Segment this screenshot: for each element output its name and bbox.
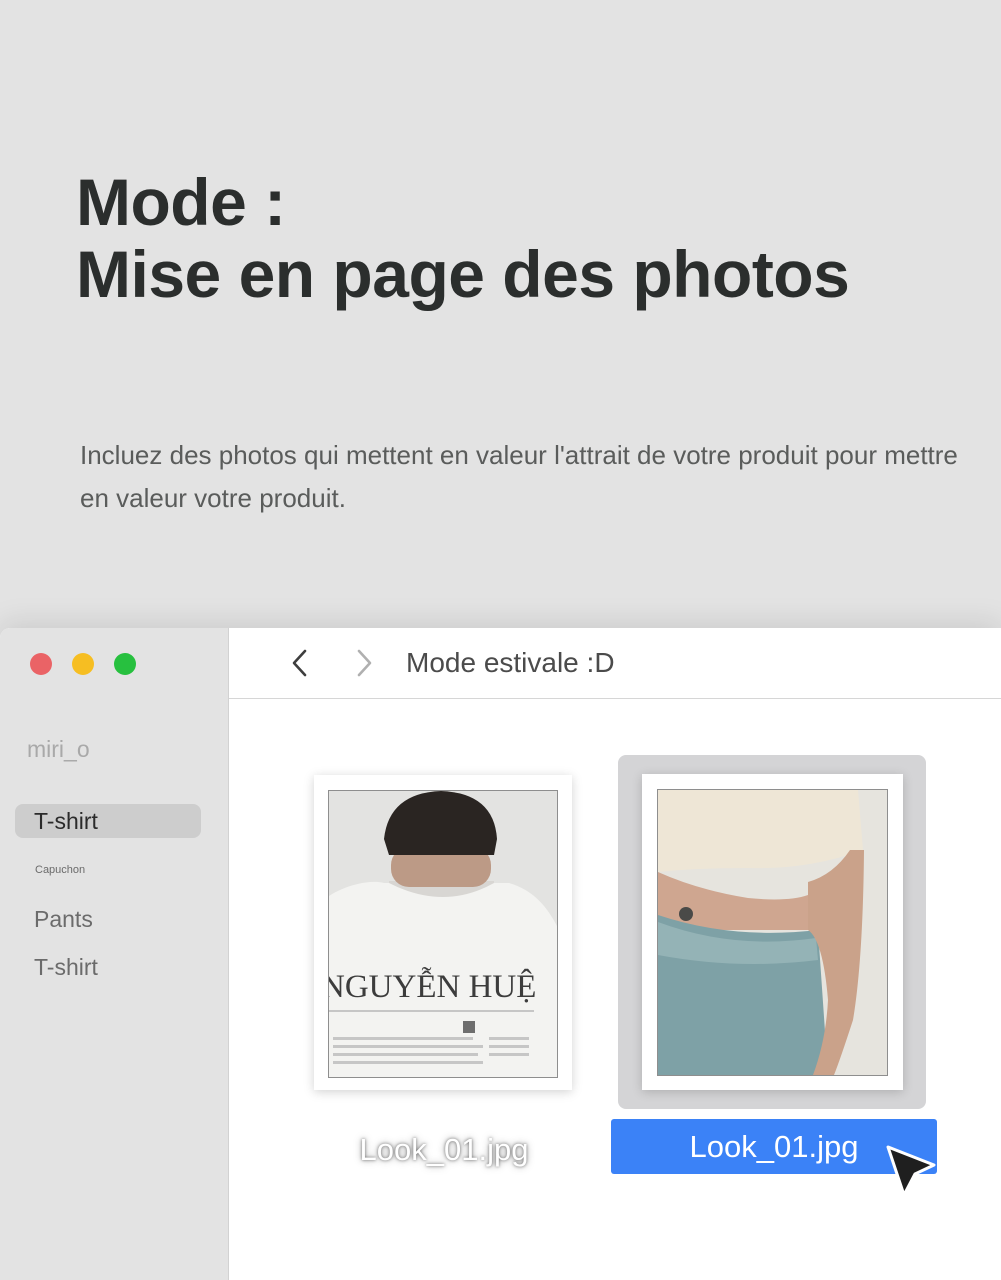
folder-title: Mode estivale :D [406, 647, 615, 678]
minimize-window-button[interactable] [72, 653, 94, 675]
sidebar-item-pants[interactable]: Pants [15, 902, 201, 936]
toolbar: Mode estivale :D [229, 628, 1001, 699]
hero-subtitle: Incluez des photos qui mettent en valeur… [80, 440, 958, 513]
sidebar: miri_o T-shirt Capuchon Pants T-shirt [0, 628, 229, 1280]
sidebar-item-tshirt[interactable]: T-shirt [15, 804, 201, 838]
hero-title: Mode : Mise en page des photos [76, 165, 850, 311]
sidebar-item-capuchon[interactable]: Capuchon [35, 864, 85, 876]
print-text: NGUYỄN HUỆ [329, 966, 536, 1005]
mouse-cursor-icon [886, 1145, 936, 1197]
zoom-window-button[interactable] [114, 653, 136, 675]
file-thumbnail-1[interactable]: NGUYỄN HUỆ [314, 775, 572, 1090]
hero-title-line-2: Mise en page des photos [76, 237, 850, 311]
file-grid: NGUYỄN HUỆ Look_01.jpg Look_01.jpg [229, 699, 1001, 1280]
finder-window: miri_o T-shirt Capuchon Pants T-shirt Mo… [0, 628, 1001, 1280]
chevron-left-icon[interactable] [287, 648, 313, 678]
tshirt-back-photo: NGUYỄN HUỆ [328, 790, 558, 1078]
chevron-right-icon[interactable] [351, 648, 377, 678]
sidebar-item-tshirt-2[interactable]: T-shirt [15, 950, 201, 984]
file-name-label-1[interactable]: Look_01.jpg [324, 1132, 564, 1168]
hero-title-line-1: Mode : [76, 165, 286, 239]
sidebar-account-label: miri_o [27, 736, 90, 762]
denim-photo [657, 789, 888, 1076]
file-thumbnail-2[interactable] [642, 774, 903, 1090]
close-window-button[interactable] [30, 653, 52, 675]
